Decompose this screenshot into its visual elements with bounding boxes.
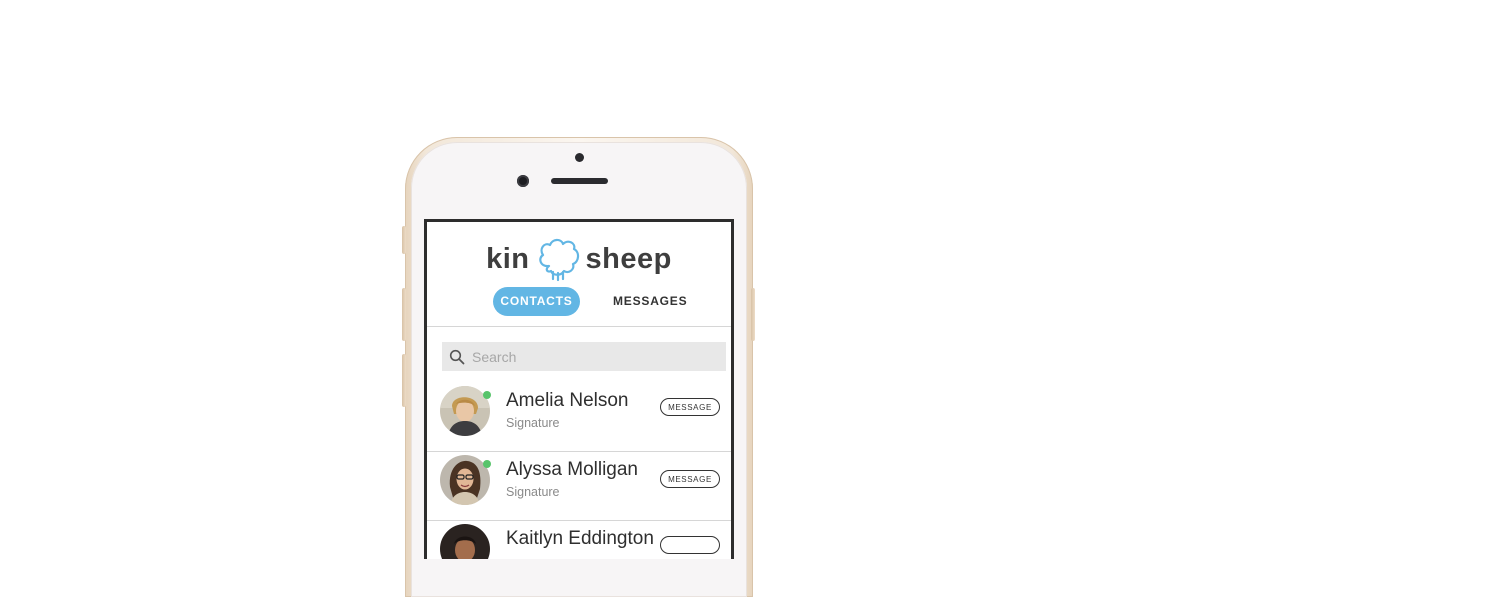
contact-subtitle: Signature <box>506 416 560 430</box>
contact-row[interactable]: Kaitlyn Eddington <box>427 521 731 559</box>
mute-switch <box>402 226 406 254</box>
message-button[interactable]: MESSAGE <box>660 470 720 488</box>
tab-messages[interactable]: MESSAGES <box>613 287 687 316</box>
search-icon <box>449 349 465 364</box>
contact-subtitle: Signature <box>506 485 560 499</box>
app-logo: kin sheep <box>427 236 731 282</box>
logo-text-left: kin <box>486 242 530 275</box>
search-input[interactable] <box>472 348 712 365</box>
message-button[interactable]: MESSAGE <box>660 398 720 416</box>
search-bar[interactable] <box>442 342 726 371</box>
avatar <box>440 524 490 559</box>
contact-name: Alyssa Molligan <box>506 459 638 480</box>
app-view: kin sheep CONTACTS MESSAGES Search Ameli… <box>427 222 731 559</box>
contact-name: Kaitlyn Eddington <box>506 528 654 549</box>
phone-screen: kin sheep CONTACTS MESSAGES Search Ameli… <box>424 219 734 559</box>
sheep-logo-icon <box>538 238 579 282</box>
proximity-sensor <box>575 153 584 162</box>
online-status-icon <box>483 460 491 468</box>
volume-up-button <box>402 288 406 341</box>
earpiece-speaker <box>551 178 608 184</box>
power-button <box>751 288 755 341</box>
contact-name: Amelia Nelson <box>506 390 629 411</box>
message-button[interactable] <box>660 536 720 554</box>
online-status-icon <box>483 391 491 399</box>
contact-row[interactable]: Alyssa Molligan Signature MESSAGE <box>427 452 731 521</box>
volume-down-button <box>402 354 406 407</box>
tab-bar: CONTACTS MESSAGES <box>427 287 731 317</box>
tab-contacts[interactable]: CONTACTS <box>493 287 580 316</box>
logo-text-right: sheep <box>585 242 672 275</box>
front-camera <box>517 175 529 187</box>
contact-row[interactable]: Amelia Nelson Signature MESSAGE <box>427 383 731 452</box>
header-divider <box>427 326 731 327</box>
